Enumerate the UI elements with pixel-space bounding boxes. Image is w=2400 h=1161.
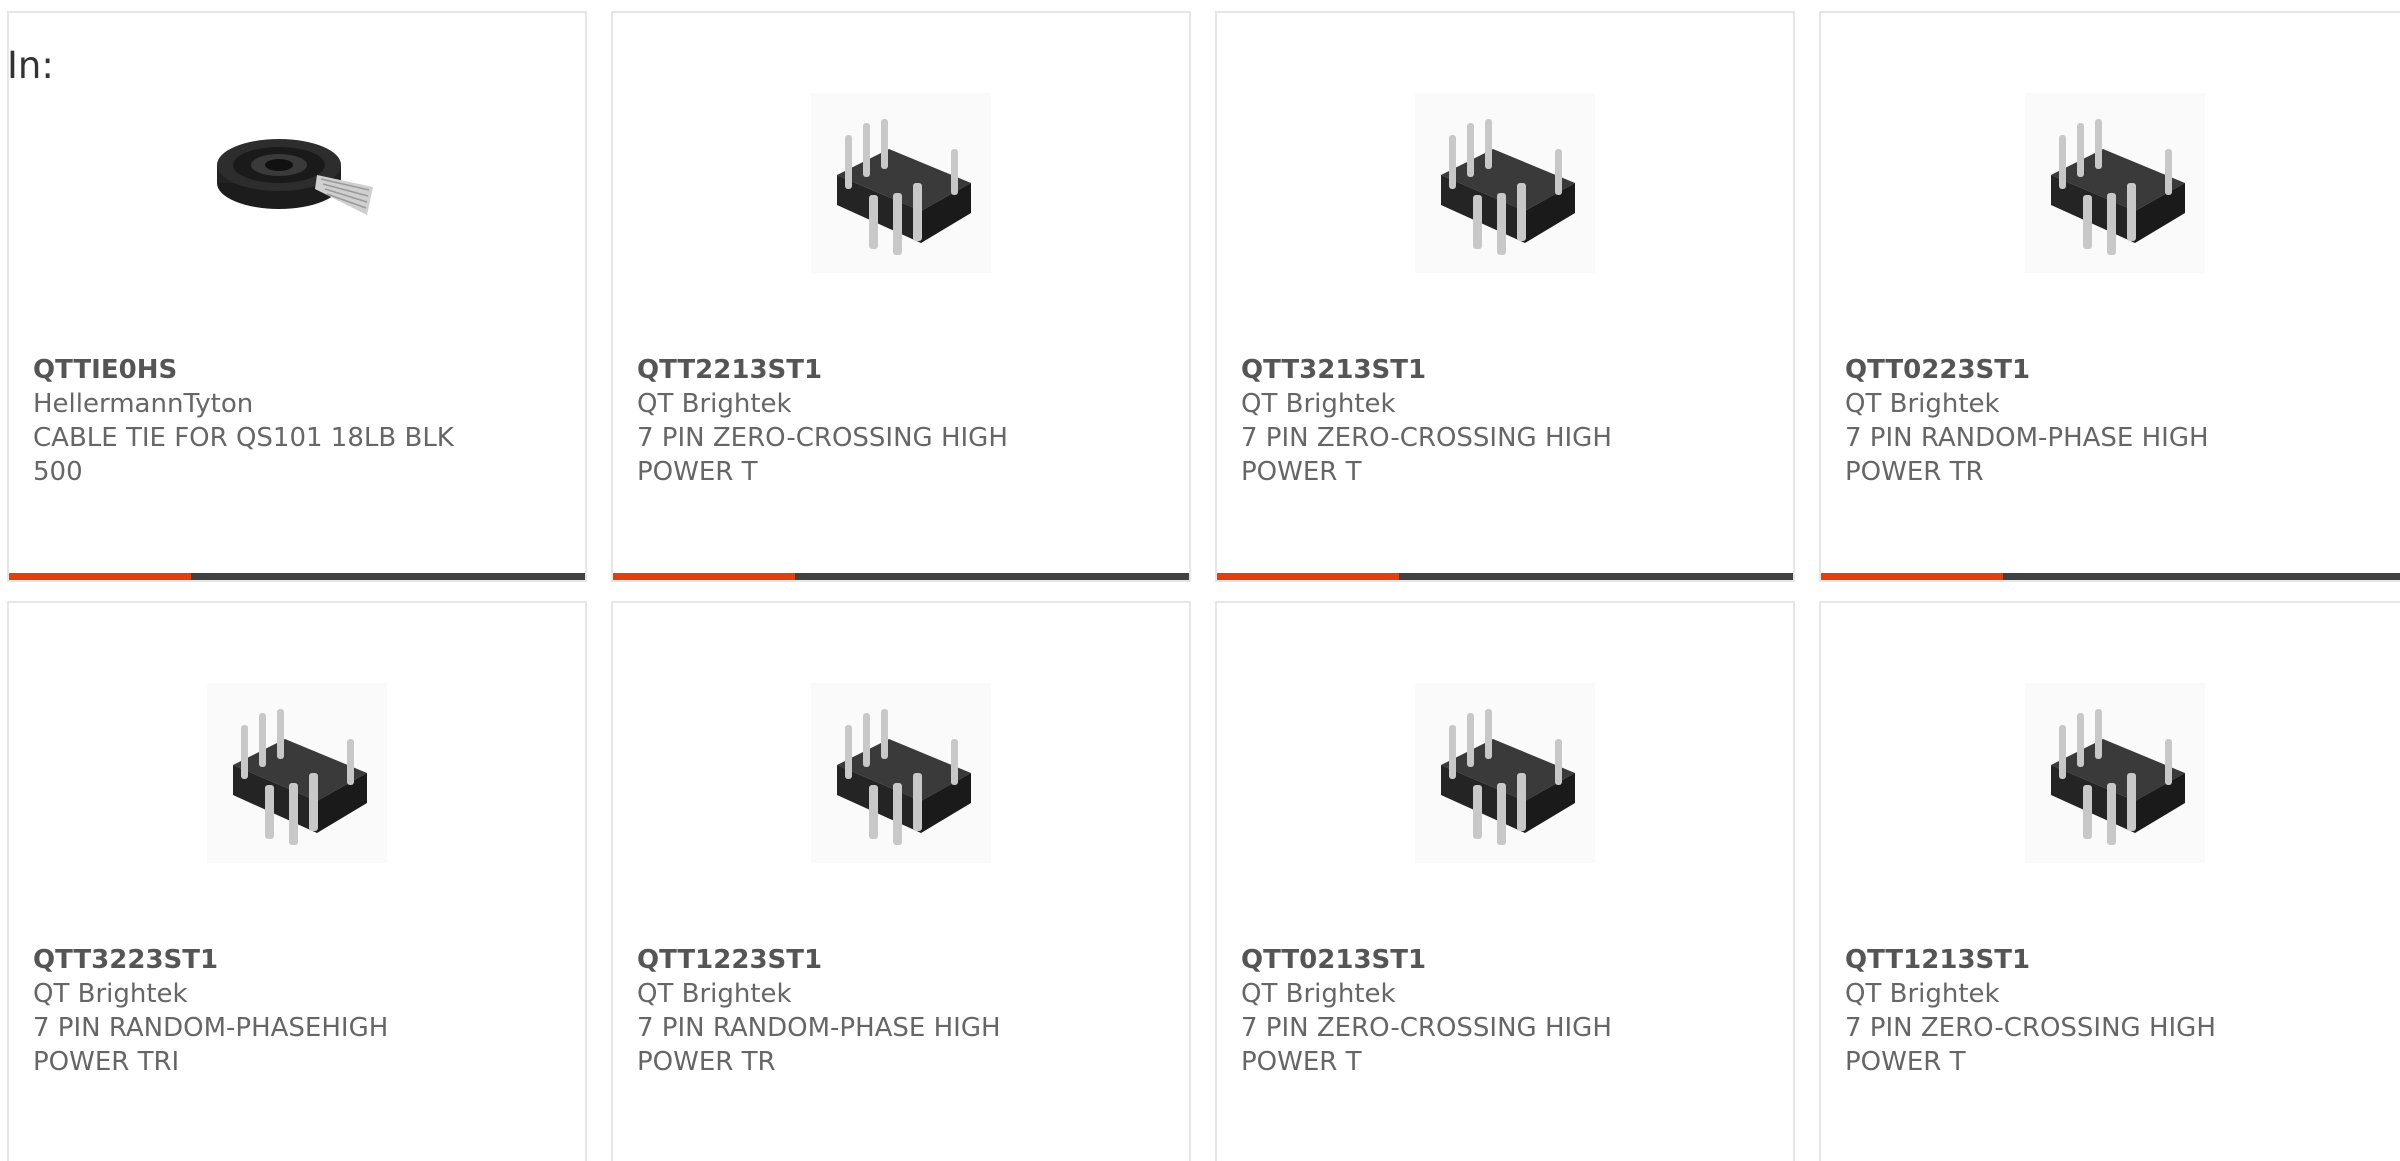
part-number[interactable]: QTT0213ST1 — [1241, 943, 1769, 977]
manufacturer: QT Brightek — [33, 979, 188, 1009]
part-number[interactable]: QTT1213ST1 — [1845, 943, 2385, 977]
product-card[interactable]: QTT3213ST1 QT Brightek 7 PIN ZERO-CROSSI… — [1215, 11, 1795, 582]
description: 7 PIN ZERO-CROSSING HIGH POWER T — [1241, 1013, 1612, 1077]
cable-tie-reel-icon — [197, 83, 397, 283]
dip-chip-icon — [2015, 673, 2215, 873]
product-card[interactable]: QTT3223ST1 QT Brightek 7 PIN RANDOM-PHAS… — [7, 601, 587, 1161]
card-bar — [9, 573, 585, 580]
card-bar — [1217, 573, 1793, 580]
description: 7 PIN RANDOM-PHASE HIGH POWER TR — [1845, 423, 2209, 487]
manufacturer: QT Brightek — [637, 389, 792, 419]
card-bar-accent — [613, 573, 795, 580]
part-number[interactable]: QTT1223ST1 — [637, 943, 1165, 977]
product-grid: QTTIE0HS HellermannTyton CABLE TIE FOR Q… — [0, 0, 2400, 1161]
product-card[interactable]: QTT0213ST1 QT Brightek 7 PIN ZERO-CROSSI… — [1215, 601, 1795, 1161]
product-card[interactable]: QTT1213ST1 QT Brightek 7 PIN ZERO-CROSSI… — [1819, 601, 2400, 1161]
product-card[interactable]: QTT2213ST1 QT Brightek 7 PIN ZERO-CROSSI… — [611, 11, 1191, 582]
product-card[interactable]: QTT0223ST1 QT Brightek 7 PIN RANDOM-PHAS… — [1819, 11, 2400, 582]
dip-chip-icon — [1405, 83, 1605, 283]
in-label: In: — [7, 44, 54, 87]
dip-chip-icon — [197, 673, 397, 873]
description: CABLE TIE FOR QS101 18LB BLK 500 — [33, 423, 454, 487]
product-card[interactable]: QTTIE0HS HellermannTyton CABLE TIE FOR Q… — [7, 11, 587, 582]
manufacturer: QT Brightek — [637, 979, 792, 1009]
description: 7 PIN ZERO-CROSSING HIGH POWER T — [1845, 1013, 2216, 1077]
dip-chip-icon — [801, 673, 1001, 873]
dip-chip-icon — [1405, 673, 1605, 873]
card-bar-accent — [1821, 573, 2003, 580]
manufacturer: QT Brightek — [1845, 389, 2000, 419]
product-card[interactable]: QTT1223ST1 QT Brightek 7 PIN RANDOM-PHAS… — [611, 601, 1191, 1161]
part-number[interactable]: QTT0223ST1 — [1845, 353, 2385, 387]
description: 7 PIN ZERO-CROSSING HIGH POWER T — [637, 423, 1008, 487]
description: 7 PIN ZERO-CROSSING HIGH POWER T — [1241, 423, 1612, 487]
manufacturer: QT Brightek — [1241, 979, 1396, 1009]
part-number[interactable]: QTT3213ST1 — [1241, 353, 1769, 387]
part-number[interactable]: QTT3223ST1 — [33, 943, 561, 977]
description: 7 PIN RANDOM-PHASE HIGH POWER TR — [637, 1013, 1001, 1077]
manufacturer: HellermannTyton — [33, 389, 254, 419]
manufacturer: QT Brightek — [1845, 979, 2000, 1009]
manufacturer: QT Brightek — [1241, 389, 1396, 419]
dip-chip-icon — [801, 83, 1001, 283]
description: 7 PIN RANDOM-PHASEHIGH POWER TRI — [33, 1013, 389, 1077]
card-bar-accent — [9, 573, 191, 580]
card-bar-accent — [1217, 573, 1399, 580]
dip-chip-icon — [2015, 83, 2215, 283]
part-number[interactable]: QTT2213ST1 — [637, 353, 1165, 387]
card-bar — [1821, 573, 2400, 580]
part-number[interactable]: QTTIE0HS — [33, 353, 561, 387]
card-bar — [613, 573, 1189, 580]
